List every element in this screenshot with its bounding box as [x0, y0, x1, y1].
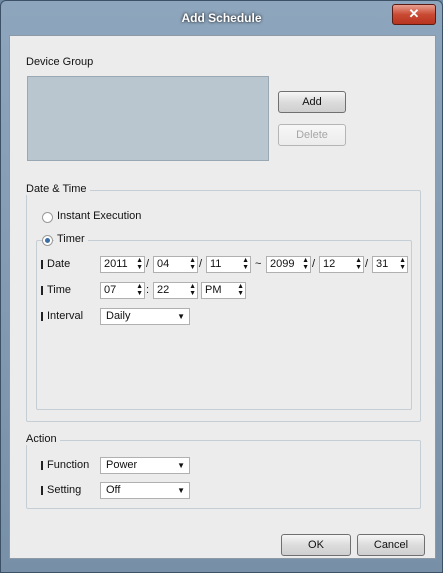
interval-bullet — [41, 312, 43, 321]
start-day-spinner[interactable]: 11 ▲ ▼ — [206, 256, 251, 273]
date-separator: / — [312, 258, 316, 270]
spin-arrows-icon[interactable]: ▲ ▼ — [136, 257, 143, 271]
time-label: Time — [47, 284, 72, 296]
spin-arrows-icon[interactable]: ▲ ▼ — [189, 257, 196, 271]
spin-arrows-icon[interactable]: ▲ ▼ — [355, 257, 362, 271]
chevron-down-icon: ▼ — [177, 486, 185, 495]
device-group-label: Device Group — [26, 56, 94, 68]
instant-execution-label: Instant Execution — [57, 210, 142, 222]
date-time-label: Date & Time — [26, 183, 90, 195]
action-label: Action — [26, 433, 60, 445]
instant-execution-radio[interactable] — [42, 212, 53, 223]
time-separator: : — [146, 284, 150, 296]
interval-label: Interval — [47, 310, 84, 322]
close-button[interactable]: ✕ — [392, 4, 436, 25]
end-month-spinner[interactable]: 12 ▲ ▼ — [319, 256, 364, 273]
action-group — [26, 440, 421, 509]
window-title: Add Schedule — [181, 11, 262, 25]
setting-dropdown[interactable]: Off ▼ — [100, 482, 190, 499]
spin-arrows-icon[interactable]: ▲ ▼ — [237, 283, 244, 297]
end-year-spinner[interactable]: 2099 ▲ ▼ — [266, 256, 311, 273]
close-icon: ✕ — [408, 6, 420, 21]
time-bullet — [41, 286, 43, 295]
function-dropdown[interactable]: Power ▼ — [100, 457, 190, 474]
spin-arrows-icon[interactable]: ▲ ▼ — [302, 257, 309, 271]
device-group-list[interactable] — [27, 76, 269, 161]
ok-button[interactable]: OK — [281, 534, 351, 556]
timer-radio[interactable] — [42, 235, 53, 246]
date-separator: / — [199, 258, 203, 270]
ampm-spinner[interactable]: PM ▲ ▼ — [201, 282, 246, 299]
start-month-spinner[interactable]: 04 ▲ ▼ — [153, 256, 198, 273]
add-schedule-window: Add Schedule ✕ Device Group Add Delete D… — [0, 0, 443, 573]
cancel-button[interactable]: Cancel — [357, 534, 425, 556]
minute-spinner[interactable]: 22 ▲ ▼ — [153, 282, 198, 299]
hour-spinner[interactable]: 07 ▲ ▼ — [100, 282, 145, 299]
date-label: Date — [47, 258, 71, 270]
timer-label: Timer — [54, 233, 88, 245]
spin-arrows-icon[interactable]: ▲ ▼ — [136, 283, 143, 297]
spin-arrows-icon[interactable]: ▲ ▼ — [399, 257, 406, 271]
add-button[interactable]: Add — [278, 91, 346, 113]
spin-arrows-icon[interactable]: ▲ ▼ — [189, 283, 196, 297]
date-bullet — [41, 260, 43, 269]
dialog-body: Device Group Add Delete Date & Time Inst… — [9, 35, 436, 559]
range-separator: ~ — [255, 258, 262, 270]
setting-bullet — [41, 486, 43, 495]
delete-button[interactable]: Delete — [278, 124, 346, 146]
chevron-down-icon: ▼ — [177, 461, 185, 470]
spin-arrows-icon[interactable]: ▲ ▼ — [242, 257, 249, 271]
end-day-spinner[interactable]: 31 ▲ ▼ — [372, 256, 408, 273]
start-year-spinner[interactable]: 2011 ▲ ▼ — [100, 256, 145, 273]
function-label: Function — [47, 459, 90, 471]
date-separator: / — [365, 258, 369, 270]
setting-label: Setting — [47, 484, 82, 496]
function-bullet — [41, 461, 43, 470]
date-separator: / — [146, 258, 150, 270]
chevron-down-icon: ▼ — [177, 312, 185, 321]
interval-dropdown[interactable]: Daily ▼ — [100, 308, 190, 325]
